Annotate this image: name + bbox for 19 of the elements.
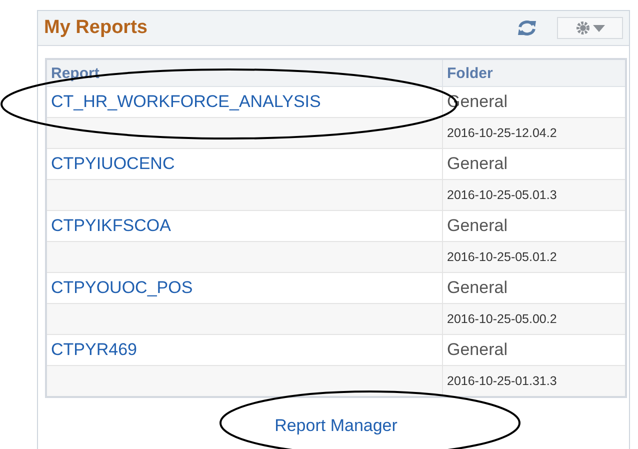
settings-menu-button[interactable] — [557, 17, 623, 39]
report-link[interactable]: CTPYIKFSCOA — [51, 216, 171, 235]
settings-icon — [576, 21, 590, 35]
column-header: Folder — [442, 59, 626, 86]
folder-name: General — [447, 216, 508, 235]
folder-name: General — [447, 278, 508, 297]
caret-icon — [592, 24, 604, 32]
report-date: 2016-10-25-05.01.3 — [447, 188, 557, 202]
report-link[interactable]: CTPYIUOCENC — [51, 154, 175, 173]
refresh-icon[interactable] — [517, 19, 537, 37]
report-date: 2016-10-25-05.01.2 — [447, 250, 557, 264]
folder-name: General — [447, 154, 508, 173]
panel-title: My Reports — [44, 17, 148, 39]
folder-name: General — [447, 340, 508, 359]
report-manager-link[interactable]: Report Manager — [274, 416, 398, 436]
report-date: 2016-10-25-05.00.2 — [447, 312, 557, 326]
report-date: 2016-10-25-12.04.2 — [447, 126, 557, 140]
report-link[interactable]: CTPYR469 — [51, 340, 137, 359]
report-date: 2016-10-25-01.31.3 — [447, 374, 557, 388]
